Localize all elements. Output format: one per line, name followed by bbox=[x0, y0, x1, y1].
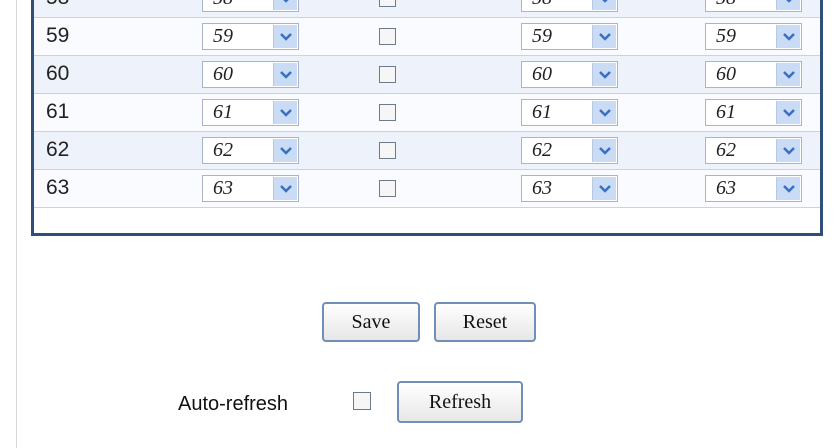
select-value: 61 bbox=[716, 101, 736, 123]
dscp-value: 60 bbox=[46, 62, 70, 85]
reset-button[interactable]: Reset bbox=[434, 302, 536, 342]
class-select-3[interactable]: 59 bbox=[705, 23, 802, 50]
page-left-border bbox=[16, 0, 17, 448]
dscp-value: 59 bbox=[46, 24, 70, 47]
chevron-down-icon[interactable] bbox=[592, 139, 616, 162]
remark-checkbox[interactable] bbox=[379, 66, 396, 83]
dscp-value: 61 bbox=[46, 100, 70, 123]
select-value: 62 bbox=[213, 139, 233, 161]
chevron-down-icon[interactable] bbox=[273, 63, 297, 86]
chevron-down-icon[interactable] bbox=[273, 101, 297, 124]
dscp-value: 63 bbox=[46, 176, 70, 199]
class-select-2[interactable]: 63 bbox=[521, 175, 618, 202]
table-row: 58 58 58 58 bbox=[34, 0, 820, 18]
chevron-down-icon[interactable] bbox=[592, 101, 616, 124]
save-button[interactable]: Save bbox=[322, 302, 420, 342]
chevron-down-icon[interactable] bbox=[592, 25, 616, 48]
class-select-1[interactable]: 58 bbox=[202, 0, 299, 12]
class-select-2[interactable]: 62 bbox=[521, 137, 618, 164]
chevron-down-icon[interactable] bbox=[776, 25, 800, 48]
dscp-table-body: 58 58 58 58 59 59 59 bbox=[34, 0, 820, 208]
dscp-value: 58 bbox=[46, 0, 69, 10]
chevron-down-icon[interactable] bbox=[273, 0, 297, 10]
select-value: 62 bbox=[716, 139, 736, 161]
chevron-down-icon[interactable] bbox=[273, 25, 297, 48]
select-value: 60 bbox=[213, 63, 233, 85]
class-select-1[interactable]: 59 bbox=[202, 23, 299, 50]
chevron-down-icon[interactable] bbox=[592, 0, 616, 10]
select-value: 63 bbox=[716, 177, 736, 199]
class-select-3[interactable]: 63 bbox=[705, 175, 802, 202]
table-row: 59 59 59 59 bbox=[34, 18, 820, 56]
class-select-1[interactable]: 61 bbox=[202, 99, 299, 126]
auto-refresh-label: Auto-refresh bbox=[178, 393, 289, 415]
class-select-1[interactable]: 63 bbox=[202, 175, 299, 202]
dscp-value: 62 bbox=[46, 138, 70, 161]
class-select-1[interactable]: 62 bbox=[202, 137, 299, 164]
chevron-down-icon[interactable] bbox=[273, 177, 297, 200]
chevron-down-icon[interactable] bbox=[776, 0, 800, 10]
remark-checkbox[interactable] bbox=[379, 104, 396, 121]
table-row: 60 60 60 60 bbox=[34, 56, 820, 94]
remark-checkbox[interactable] bbox=[379, 180, 396, 197]
select-value: 63 bbox=[213, 177, 233, 199]
class-select-2[interactable]: 60 bbox=[521, 61, 618, 88]
dscp-table: 58 58 58 58 59 59 59 bbox=[31, 0, 823, 236]
select-value: 60 bbox=[716, 63, 736, 85]
chevron-down-icon[interactable] bbox=[776, 139, 800, 162]
class-select-3[interactable]: 60 bbox=[705, 61, 802, 88]
select-value: 61 bbox=[213, 101, 233, 123]
class-select-1[interactable]: 60 bbox=[202, 61, 299, 88]
select-value: 61 bbox=[532, 101, 552, 123]
select-value: 59 bbox=[716, 25, 736, 47]
chevron-down-icon[interactable] bbox=[273, 139, 297, 162]
class-select-2[interactable]: 61 bbox=[521, 99, 618, 126]
select-value: 58 bbox=[213, 0, 233, 10]
select-value: 63 bbox=[532, 177, 552, 199]
class-select-2[interactable]: 58 bbox=[521, 0, 618, 12]
chevron-down-icon[interactable] bbox=[592, 63, 616, 86]
chevron-down-icon[interactable] bbox=[776, 177, 800, 200]
select-value: 62 bbox=[532, 139, 552, 161]
auto-refresh-checkbox[interactable] bbox=[353, 392, 371, 410]
select-value: 59 bbox=[532, 25, 552, 47]
remark-checkbox[interactable] bbox=[379, 142, 396, 159]
class-select-3[interactable]: 62 bbox=[705, 137, 802, 164]
chevron-down-icon[interactable] bbox=[592, 177, 616, 200]
table-row: 61 61 61 61 bbox=[34, 94, 820, 132]
class-select-2[interactable]: 59 bbox=[521, 23, 618, 50]
select-value: 58 bbox=[716, 0, 736, 10]
select-value: 60 bbox=[532, 63, 552, 85]
table-row: 62 62 62 62 bbox=[34, 132, 820, 170]
remark-checkbox[interactable] bbox=[379, 0, 396, 7]
select-value: 58 bbox=[532, 0, 552, 10]
class-select-3[interactable]: 58 bbox=[705, 0, 802, 12]
table-row: 63 63 63 63 bbox=[34, 170, 820, 208]
class-select-3[interactable]: 61 bbox=[705, 99, 802, 126]
remark-checkbox[interactable] bbox=[379, 28, 396, 45]
select-value: 59 bbox=[213, 25, 233, 47]
chevron-down-icon[interactable] bbox=[776, 63, 800, 86]
chevron-down-icon[interactable] bbox=[776, 101, 800, 124]
refresh-button[interactable]: Refresh bbox=[397, 381, 523, 423]
